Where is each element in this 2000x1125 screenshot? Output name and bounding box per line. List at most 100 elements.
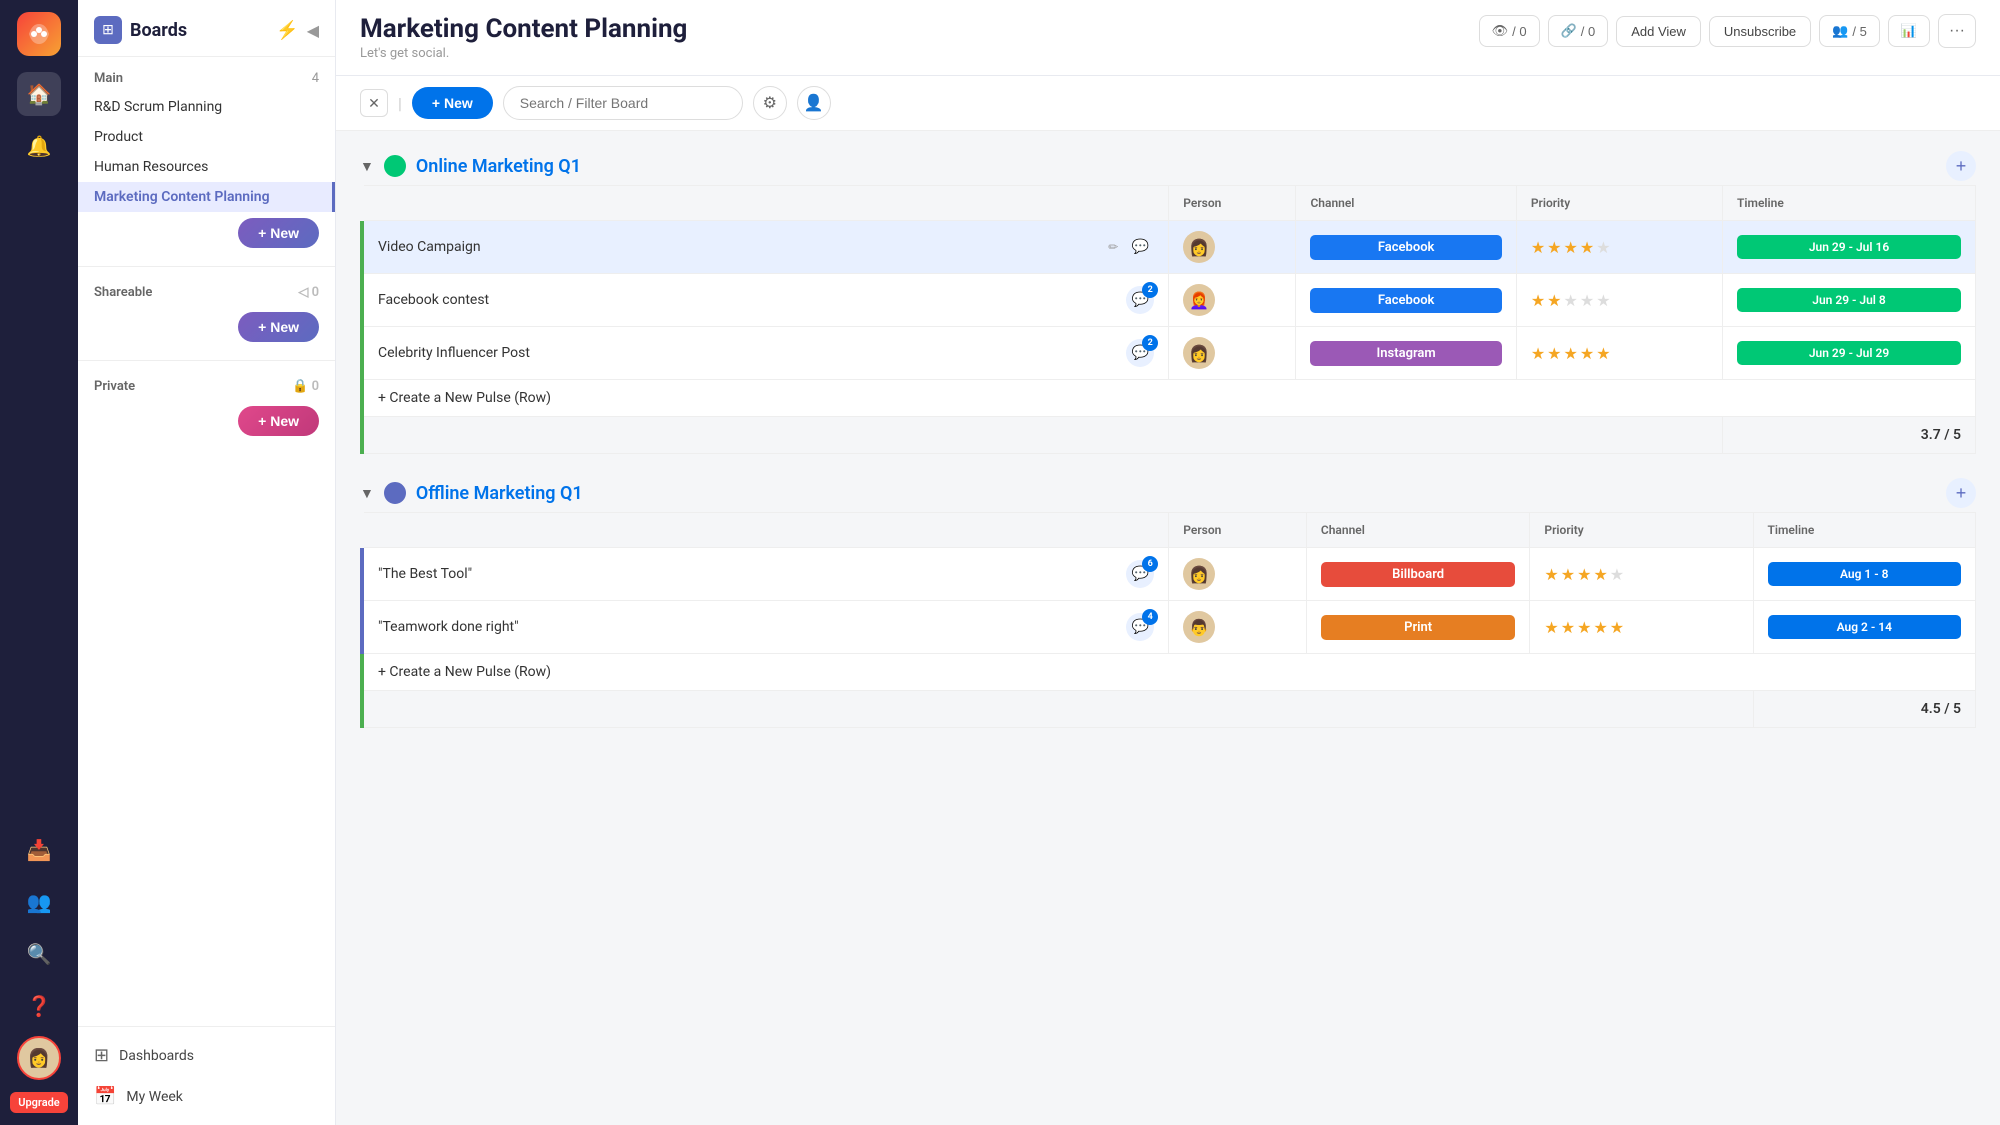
avatar-cell: 👨 [1169, 601, 1307, 654]
avatar[interactable]: 👩 [17, 1036, 61, 1080]
group-offline-title[interactable]: Offline Marketing Q1 [416, 483, 583, 504]
group-online: ▼ Online Marketing Q1 + Person Channel P… [360, 151, 1976, 454]
chat-icon[interactable]: 💬 4 [1126, 613, 1154, 641]
timeline-badge[interactable]: Jun 29 - Jul 16 [1737, 235, 1961, 259]
timeline-cell: Aug 2 - 14 [1753, 601, 1975, 654]
create-pulse-row[interactable]: + Create a New Pulse (Row) [362, 654, 1976, 691]
timeline-cell: Jun 29 - Jul 16 [1723, 221, 1976, 274]
add-view-button[interactable]: Add View [1616, 16, 1701, 47]
more-options-button[interactable]: ··· [1938, 14, 1976, 48]
close-filter-button[interactable]: ✕ [360, 89, 388, 117]
dashboards-label: Dashboards [119, 1048, 194, 1064]
table-row: "Teamwork done right" 💬 4 👨 Print [362, 601, 1976, 654]
stars-row1: ★★★★★ [1531, 291, 1708, 310]
avatar-cell: 👩 [1169, 221, 1296, 274]
board-content: ▼ Online Marketing Q1 + Person Channel P… [336, 131, 2000, 1125]
private-icon: 🔒 0 [292, 379, 319, 394]
create-pulse-row[interactable]: + Create a New Pulse (Row) [362, 380, 1976, 417]
chat-icon[interactable]: 💬 2 [1126, 339, 1154, 367]
shareable-new-button[interactable]: + New [238, 312, 319, 342]
channel-badge[interactable]: Print [1321, 615, 1516, 640]
chat-badge: 4 [1142, 609, 1158, 625]
priority-cell: ★★★★★ [1530, 601, 1753, 654]
page-subtitle: Let's get social. [360, 46, 687, 61]
eye-counter-button[interactable]: 👁 / 0 [1479, 15, 1540, 47]
chat-icon[interactable]: 💬 6 [1126, 560, 1154, 588]
sidebar-item-marketing[interactable]: Marketing Content Planning [78, 182, 335, 212]
group-online-collapse[interactable]: ▼ [360, 158, 374, 175]
nav-inbox-icon[interactable]: 📥 [17, 828, 61, 872]
sidebar-item-hr[interactable]: Human Resources [78, 152, 335, 182]
create-pulse-text[interactable]: + Create a New Pulse (Row) [362, 380, 1976, 417]
private-section-header: Private 🔒 0 [78, 373, 335, 400]
group-online-add-col[interactable]: + [1946, 151, 1976, 181]
row-name-cell: Facebook contest 💬 2 [362, 274, 1169, 327]
stars-row2: ★★★★★ [1531, 344, 1708, 363]
channel-badge[interactable]: Instagram [1310, 341, 1501, 366]
shareable-section: Shareable ◁ 0 + New [78, 271, 335, 356]
person-filter-button[interactable]: 👤 [797, 86, 831, 120]
col-timeline-header: Timeline [1723, 186, 1976, 221]
members-button[interactable]: 👥 / 5 [1819, 15, 1880, 47]
table-row: Celebrity Influencer Post 💬 2 👩 Instagra… [362, 327, 1976, 380]
nav-search-icon[interactable]: 🔍 [17, 932, 61, 976]
chat-icon[interactable]: 💬 2 [1126, 286, 1154, 314]
sidebar-myweek-item[interactable]: 📅 My Week [78, 1076, 335, 1117]
myweek-label: My Week [126, 1089, 182, 1105]
share-counter-button[interactable]: 🔗 / 0 [1548, 15, 1609, 47]
row-name-text: Celebrity Influencer Post [378, 345, 1118, 361]
priority-cell: ★★★★★ [1516, 221, 1722, 274]
channel-badge[interactable]: Facebook [1310, 288, 1501, 313]
chat-badge: 6 [1142, 556, 1158, 572]
private-new-button[interactable]: + New [238, 406, 319, 436]
col-name-header [362, 186, 1169, 221]
sidebar-item-product[interactable]: Product [78, 122, 335, 152]
add-new-button[interactable]: + New [412, 87, 493, 119]
collapse-sidebar-button[interactable]: ◀ [307, 21, 319, 40]
app-logo [17, 12, 61, 56]
avatar-cell: 👩 [1169, 327, 1296, 380]
filter-icon-button[interactable]: ⚙ [753, 86, 787, 120]
main-content: Marketing Content Planning Let's get soc… [336, 0, 2000, 1125]
main-new-button[interactable]: + New [238, 218, 319, 248]
row-name-cell: Video Campaign ✏ 💬 [362, 221, 1169, 274]
avg-value: 3.7 / 5 [1723, 417, 1976, 454]
top-bar: Marketing Content Planning Let's get soc… [336, 0, 2000, 76]
nav-help-icon[interactable]: ❓ [17, 984, 61, 1028]
group-online-actions: + [1938, 151, 1976, 181]
channel-cell: Instagram [1296, 327, 1516, 380]
group-online-title[interactable]: Online Marketing Q1 [416, 156, 581, 177]
edit-icon[interactable]: ✏ [1108, 240, 1118, 254]
table-header-row: Person Channel Priority Timeline [362, 186, 1976, 221]
unsubscribe-button[interactable]: Unsubscribe [1709, 16, 1811, 47]
nav-people-icon[interactable]: 👥 [17, 880, 61, 924]
timeline-badge[interactable]: Aug 1 - 8 [1768, 562, 1961, 586]
col-person-header: Person [1169, 513, 1307, 548]
group-offline: ▼ Offline Marketing Q1 + Person Channel … [360, 478, 1976, 728]
timeline-badge[interactable]: Jun 29 - Jul 29 [1737, 341, 1961, 365]
page-title: Marketing Content Planning [360, 14, 687, 44]
group-offline-collapse[interactable]: ▼ [360, 485, 374, 502]
nav-bell-icon[interactable]: 🔔 [17, 124, 61, 168]
activity-button[interactable]: 📊 [1888, 15, 1930, 47]
sidebar-dashboards-item[interactable]: ⊞ Dashboards [78, 1035, 335, 1076]
timeline-badge[interactable]: Jun 29 - Jul 8 [1737, 288, 1961, 312]
sidebar-item-rnd[interactable]: R&D Scrum Planning [78, 92, 335, 122]
channel-badge[interactable]: Billboard [1321, 562, 1516, 587]
group-offline-add-col[interactable]: + [1946, 478, 1976, 508]
sidebar-bottom: ⊞ Dashboards 📅 My Week [78, 1026, 335, 1125]
nav-home-icon[interactable]: 🏠 [17, 72, 61, 116]
timeline-cell: Jun 29 - Jul 8 [1723, 274, 1976, 327]
chat-icon[interactable]: 💬 [1126, 233, 1154, 261]
members-count: / 5 [1852, 24, 1866, 39]
create-pulse-text[interactable]: + Create a New Pulse (Row) [362, 654, 1976, 691]
search-input[interactable] [503, 86, 743, 120]
upgrade-button[interactable]: Upgrade [10, 1092, 67, 1113]
avatar: 👩 [1183, 231, 1215, 263]
stars-row0: ★★★★★ [1531, 238, 1708, 257]
avg-score-offline: 4.5 / 5 [1921, 701, 1961, 717]
shareable-section-header: Shareable ◁ 0 [78, 279, 335, 306]
timeline-badge[interactable]: Aug 2 - 14 [1768, 615, 1961, 639]
priority-cell: ★★★★★ [1516, 274, 1722, 327]
channel-badge[interactable]: Facebook [1310, 235, 1501, 260]
